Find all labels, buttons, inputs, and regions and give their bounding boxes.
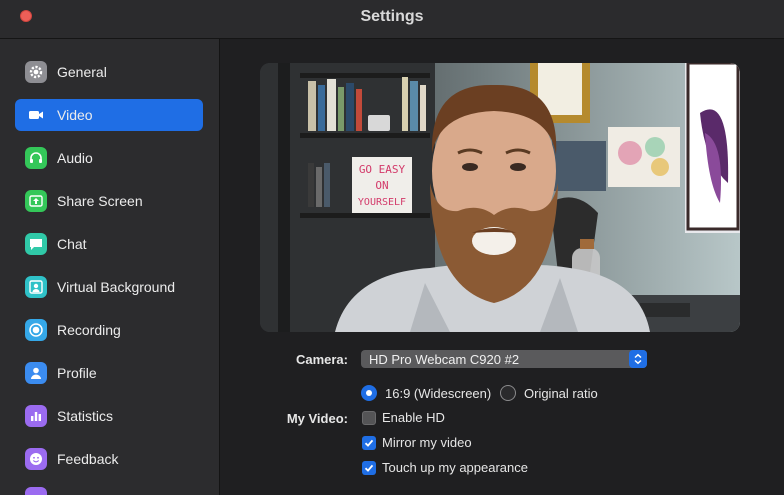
gear-icon bbox=[25, 61, 47, 83]
chat-bubble-icon bbox=[25, 233, 47, 255]
sidebar-item-label: General bbox=[57, 64, 107, 80]
record-icon bbox=[25, 319, 47, 341]
sidebar-item-profile[interactable]: Profile bbox=[15, 357, 203, 389]
enable-hd-checkbox[interactable] bbox=[362, 410, 376, 425]
my-video-label: My Video: bbox=[286, 411, 348, 426]
video-preview: GO EASY ON YOURSELF bbox=[260, 63, 740, 332]
sidebar-item-label: Profile bbox=[57, 365, 97, 381]
ratio-widescreen-option[interactable]: 16:9 (Widescreen) bbox=[361, 385, 491, 401]
touch-up-label: Touch up my appearance bbox=[382, 460, 528, 475]
touch-up-option[interactable]: Touch up my appearance bbox=[362, 460, 528, 475]
smiley-icon bbox=[25, 448, 47, 470]
bar-chart-icon bbox=[25, 405, 47, 427]
sidebar-item-virtual-background[interactable]: Virtual Background bbox=[15, 271, 203, 303]
sidebar-item-label: Virtual Background bbox=[57, 279, 176, 295]
headphones-icon bbox=[25, 147, 47, 169]
person-frame-icon bbox=[25, 276, 47, 298]
enable-hd-label: Enable HD bbox=[382, 410, 445, 425]
enable-hd-option[interactable]: Enable HD bbox=[362, 410, 445, 425]
video-camera-icon bbox=[25, 104, 47, 126]
sidebar-item-label: Share Screen bbox=[57, 193, 143, 209]
chevron-up-down-icon bbox=[629, 350, 647, 368]
sidebar-item-label: Recording bbox=[57, 322, 121, 338]
sidebar-item-chat[interactable]: Chat bbox=[15, 228, 203, 260]
webcam-preview-image: GO EASY ON YOURSELF bbox=[260, 63, 740, 332]
sidebar-item-partial-icon bbox=[25, 487, 47, 495]
share-screen-icon bbox=[25, 190, 47, 212]
sidebar-item-label: Audio bbox=[57, 150, 93, 166]
sidebar-item-feedback[interactable]: Feedback bbox=[15, 443, 203, 475]
mirror-option[interactable]: Mirror my video bbox=[362, 435, 472, 450]
lightbox-line-2: ON bbox=[375, 179, 388, 192]
lightbox-line-3: YOURSELF bbox=[358, 197, 406, 208]
sidebar-item-share-screen[interactable]: Share Screen bbox=[15, 185, 203, 217]
checkmark-icon bbox=[364, 464, 374, 472]
camera-select[interactable]: HD Pro Webcam C920 #2 bbox=[361, 350, 647, 368]
sidebar-item-recording[interactable]: Recording bbox=[15, 314, 203, 346]
checkmark-icon bbox=[364, 439, 374, 447]
ratio-widescreen-label: 16:9 (Widescreen) bbox=[385, 385, 492, 401]
camera-select-value: HD Pro Webcam C920 #2 bbox=[369, 351, 520, 367]
sidebar-item-statistics[interactable]: Statistics bbox=[15, 400, 203, 432]
touch-up-checkbox[interactable] bbox=[362, 460, 376, 475]
mirror-checkbox[interactable] bbox=[362, 435, 376, 450]
settings-sidebar: General Video Audio Share Screen Chat Vi… bbox=[0, 39, 220, 495]
ratio-original-label: Original ratio bbox=[524, 385, 598, 401]
radio-widescreen[interactable] bbox=[361, 385, 377, 401]
profile-icon bbox=[25, 362, 47, 384]
mirror-label: Mirror my video bbox=[382, 435, 472, 450]
lightbox-line-1: GO EASY bbox=[359, 163, 406, 176]
sidebar-item-label: Video bbox=[57, 107, 93, 123]
camera-label: Camera: bbox=[295, 352, 348, 367]
ratio-original-option[interactable]: Original ratio bbox=[500, 385, 598, 401]
sidebar-item-label: Statistics bbox=[57, 408, 114, 424]
title-bar: Settings bbox=[0, 0, 784, 39]
window-title: Settings bbox=[360, 8, 424, 25]
radio-original[interactable] bbox=[500, 385, 516, 401]
sidebar-item-label: Chat bbox=[57, 236, 87, 252]
sidebar-item-video[interactable]: Video bbox=[15, 99, 203, 131]
sidebar-item-general[interactable]: General bbox=[15, 56, 203, 88]
sidebar-item-audio[interactable]: Audio bbox=[15, 142, 203, 174]
sidebar-item-label: Feedback bbox=[57, 451, 119, 467]
